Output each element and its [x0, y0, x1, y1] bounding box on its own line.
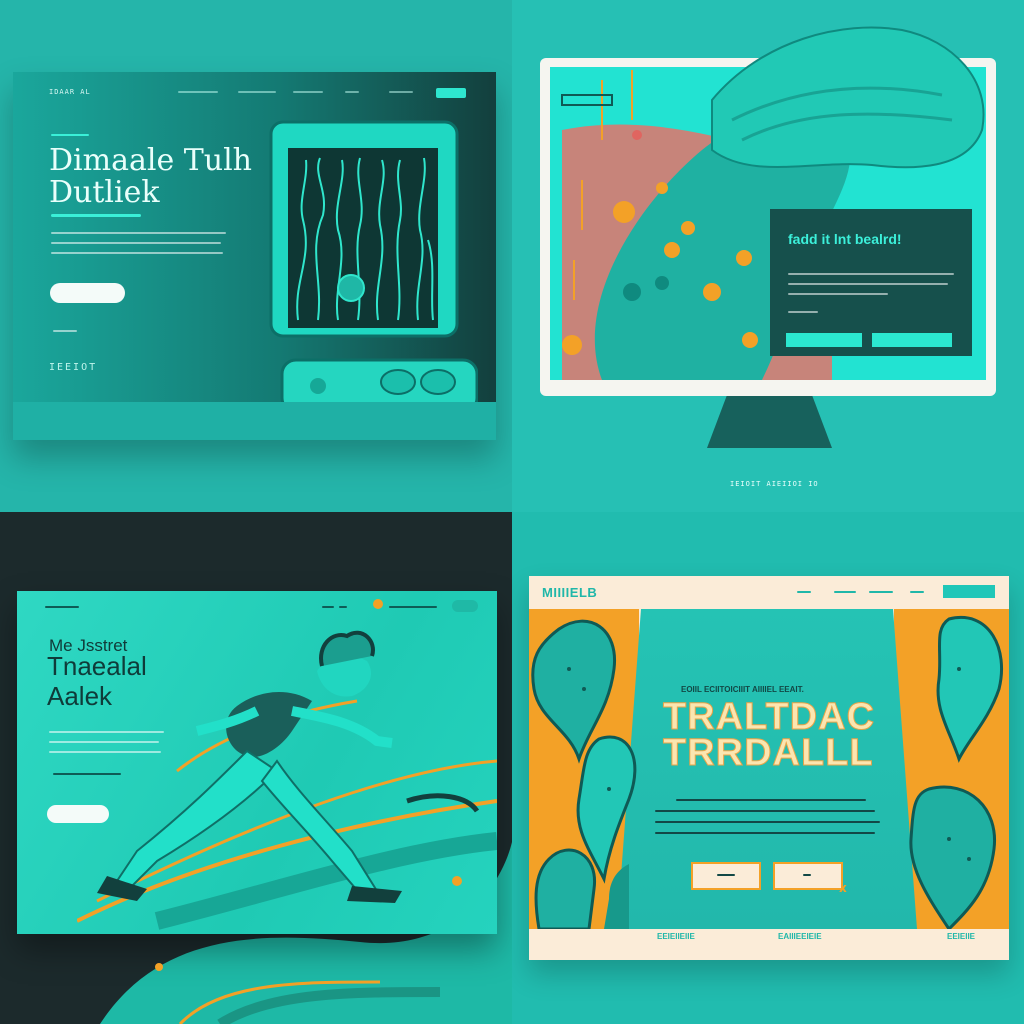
- body-text-line: [51, 232, 226, 234]
- card-title: fadd it lnt bealrd!: [788, 231, 902, 247]
- divider: [53, 330, 77, 332]
- hero-cta-button[interactable]: [50, 283, 125, 303]
- footer-link-left[interactable]: EEIEIIEIIE: [657, 932, 695, 941]
- runner-figure-icon: [77, 630, 497, 930]
- body-text-line: [51, 252, 223, 254]
- website-mockup: MIIIIELB x EOIIL ECIITOICIIIT AIIIIEL EE…: [529, 576, 1009, 960]
- panel-top-left: IDAAR AL Dimaale Tulh Dutliek IEEIOT: [0, 0, 512, 512]
- nav-cta-button[interactable]: [436, 88, 466, 98]
- primary-button[interactable]: [691, 862, 761, 890]
- nav-link[interactable]: [322, 606, 334, 608]
- body-text-line: [788, 273, 954, 275]
- subtitle-line: [51, 214, 141, 217]
- nav-link[interactable]: [293, 91, 323, 93]
- nav-link[interactable]: [834, 591, 856, 593]
- knob-right-icon: [420, 369, 456, 395]
- nav-link[interactable]: [869, 591, 893, 593]
- knob-left-icon: [380, 369, 416, 395]
- body-text-line: [788, 293, 888, 295]
- nav-link[interactable]: [339, 606, 347, 608]
- nav-link[interactable]: [178, 91, 218, 93]
- orange-dot: [155, 963, 163, 971]
- body-text-line: [655, 821, 880, 823]
- body-text-line: [655, 832, 875, 834]
- hero-heading-line2: Dutliek: [49, 175, 160, 210]
- body-text-line: [788, 311, 818, 313]
- footer-bar: [13, 402, 496, 440]
- secondary-button[interactable]: [872, 333, 952, 347]
- hero-heading-line1: TRALTDAC: [662, 696, 876, 738]
- nav-cta-button[interactable]: [943, 585, 995, 598]
- panel-bottom-right: MIIIIELB x EOIIL ECIITOICIIIT AIIIIEL EE…: [512, 512, 1024, 1024]
- caption: IEIOIT AIEIIOI IO: [730, 480, 819, 488]
- site-logo: MIIIIELB: [542, 585, 598, 600]
- primary-button[interactable]: [786, 333, 862, 347]
- panel-bottom-left: Me Jsstret Tnaealal Aalek: [0, 512, 512, 1024]
- footer-word: IEEIOT: [49, 362, 98, 373]
- tablet-device-icon: [269, 120, 478, 414]
- content-card: fadd it lnt bealrd!: [770, 209, 972, 356]
- website-mockup: IDAAR AL Dimaale Tulh Dutliek IEEIOT: [13, 72, 496, 440]
- nav-cta-button[interactable]: [452, 600, 478, 612]
- site-logo: IDAAR AL: [49, 88, 91, 96]
- footer-link-right[interactable]: EEIEIIE: [947, 932, 975, 941]
- bottle-icon: [604, 864, 629, 929]
- body-text-line: [655, 810, 875, 812]
- hero-heading-line2: TRRDALLL: [663, 732, 874, 774]
- hero-eyebrow: EOIIL ECIITOICIIIT AIIIIEL EEAIT.: [681, 685, 804, 694]
- body-text-line: [51, 242, 221, 244]
- panel-top-right: fadd it lnt bealrd! IEIOIT AIEIIOI IO: [512, 0, 1024, 512]
- eyebrow-line: [51, 134, 89, 136]
- nav-link[interactable]: [910, 591, 924, 593]
- orange-dot: [373, 599, 383, 609]
- secondary-button[interactable]: [773, 862, 843, 890]
- website-mockup: Me Jsstret Tnaealal Aalek: [17, 591, 497, 934]
- nav-link[interactable]: [345, 91, 359, 93]
- body-text-line: [788, 283, 948, 285]
- nav-link[interactable]: [797, 591, 811, 593]
- nav-link[interactable]: [389, 91, 413, 93]
- footer-link-mid[interactable]: EAIIIEEIEIE: [778, 932, 822, 941]
- hero-heading-line1: Dimaale Tulh: [49, 143, 252, 178]
- nav-link[interactable]: [389, 606, 437, 608]
- site-logo: [45, 606, 79, 608]
- nav-link[interactable]: [238, 91, 276, 93]
- body-text-line: [676, 799, 866, 801]
